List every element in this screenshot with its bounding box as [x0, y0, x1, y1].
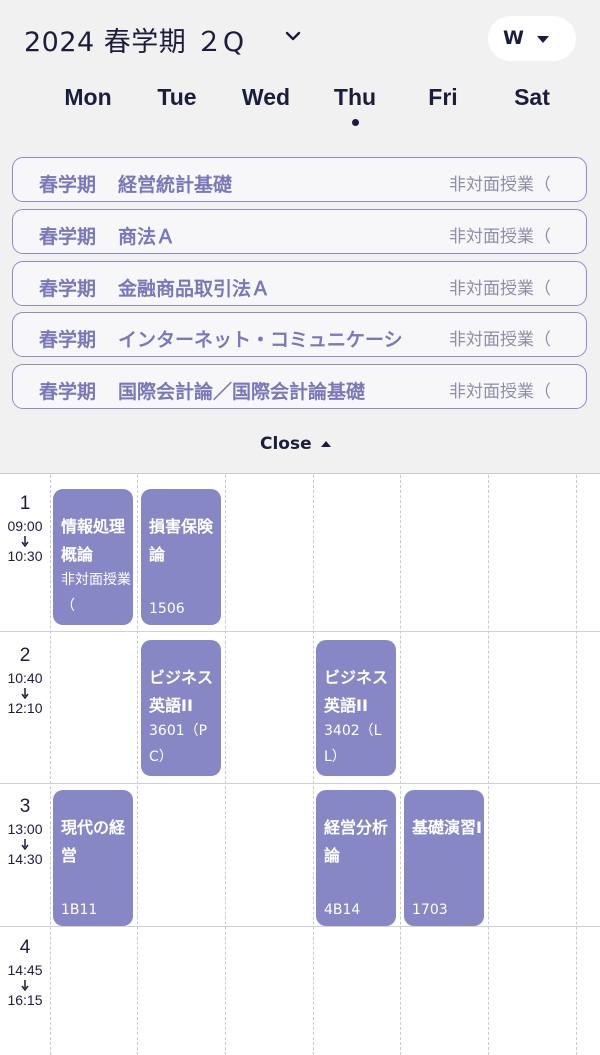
unscheduled-course-card[interactable]: 春学期 経営統計基礎 非対面授業（ — [12, 157, 587, 202]
class-block-mon-1[interactable]: 情報処理概論 非対面授業（ — [53, 489, 133, 625]
period-number: 2 — [19, 645, 31, 666]
class-name: 損害保険論 — [149, 517, 214, 564]
header-panel: 2024 春学期 ２Q W Mon Tue Wed Thu Fri Sat 春学… — [0, 0, 600, 474]
close-button[interactable]: Close — [250, 432, 350, 458]
day-header-fri[interactable]: Fri — [399, 84, 487, 111]
term-selector[interactable]: 2024 春学期 ２Q — [24, 20, 245, 59]
arrow-down-icon — [21, 536, 29, 548]
arrow-down-icon — [21, 980, 29, 992]
class-block-thu-2[interactable]: ビジネス英語II 3402（LL） — [316, 640, 396, 776]
day-header-sat[interactable]: Sat — [488, 84, 576, 111]
course-title: 国際会計論／国際会計論基礎 — [118, 381, 366, 403]
unscheduled-course-card[interactable]: 春学期 インターネット・コミュニケーシ 非対面授業（ — [12, 312, 587, 357]
period-number: 3 — [19, 796, 31, 817]
class-block-mon-3[interactable]: 現代の経営 1B11 — [53, 790, 133, 926]
class-room: 3601（PC） — [149, 723, 208, 765]
day-header-wed[interactable]: Wed — [222, 84, 310, 111]
class-room: 1506 — [149, 601, 185, 617]
period-end-time: 12:10 — [7, 700, 43, 716]
course-mode: 非対面授業（ — [449, 227, 551, 247]
period-start-time: 10:40 — [7, 670, 43, 686]
period-divider — [0, 926, 600, 927]
day-header-tue[interactable]: Tue — [133, 84, 221, 111]
class-name: ビジネス英語II — [324, 668, 389, 715]
period-divider — [0, 631, 600, 632]
period-end-time: 10:30 — [7, 548, 43, 564]
unscheduled-course-card[interactable]: 春学期 商法Ａ 非対面授業（ — [12, 209, 587, 254]
day-header-thu[interactable]: Thu — [311, 84, 399, 111]
caret-up-icon — [321, 441, 331, 447]
chevron-down-icon[interactable] — [283, 26, 303, 46]
class-room: 非対面授業（ — [61, 572, 131, 614]
column-divider — [50, 475, 51, 1055]
course-title: インターネット・コミュニケーシ — [118, 329, 403, 351]
course-term: 春学期 — [39, 329, 97, 351]
course-term: 春学期 — [39, 226, 97, 248]
class-name: 経営分析論 — [324, 818, 389, 865]
course-title: 商法Ａ — [118, 226, 176, 248]
course-term: 春学期 — [39, 278, 97, 300]
view-mode-label: W — [503, 27, 524, 49]
class-name: 現代の経営 — [61, 818, 126, 865]
class-room: 4B14 — [324, 902, 361, 918]
course-mode: 非対面授業（ — [449, 279, 551, 299]
view-mode-button[interactable]: W — [488, 16, 576, 61]
course-mode: 非対面授業（ — [449, 330, 551, 350]
class-room: 1B11 — [61, 902, 98, 918]
course-mode: 非対面授業（ — [449, 175, 551, 195]
close-label: Close — [260, 434, 312, 454]
period-end-time: 16:15 — [7, 992, 43, 1008]
arrow-down-icon — [21, 688, 29, 700]
column-divider — [313, 475, 314, 1055]
class-name: 基礎演習I — [412, 818, 482, 837]
course-title: 金融商品取引法Ａ — [118, 278, 271, 300]
course-mode: 非対面授業（ — [449, 382, 551, 402]
unscheduled-course-card[interactable]: 春学期 金融商品取引法Ａ 非対面授業（ — [12, 261, 587, 306]
class-block-thu-3[interactable]: 経営分析論 4B14 — [316, 790, 396, 926]
timetable-grid: 1 09:00 10:30 2 10:40 12:10 3 13:00 14:3… — [0, 475, 600, 1055]
period-number: 4 — [19, 937, 31, 958]
class-block-tue-1[interactable]: 損害保険論 1506 — [141, 489, 221, 625]
course-title: 経営統計基礎 — [118, 174, 233, 196]
column-divider — [400, 475, 401, 1055]
period-start-time: 14:45 — [7, 962, 43, 978]
period-start-time: 13:00 — [7, 821, 43, 837]
class-block-tue-2[interactable]: ビジネス英語II 3601（PC） — [141, 640, 221, 776]
period-divider — [0, 783, 600, 784]
course-term: 春学期 — [39, 381, 97, 403]
class-room: 1703 — [412, 902, 448, 918]
column-divider — [225, 475, 226, 1055]
class-room: 3402（LL） — [324, 723, 382, 765]
caret-down-icon — [537, 36, 549, 43]
today-indicator-dot — [352, 119, 359, 126]
column-divider — [576, 475, 577, 1055]
column-divider — [137, 475, 138, 1055]
class-name: ビジネス英語II — [149, 668, 214, 715]
day-header-mon[interactable]: Mon — [44, 84, 132, 111]
course-term: 春学期 — [39, 174, 97, 196]
period-start-time: 09:00 — [7, 518, 43, 534]
unscheduled-course-card[interactable]: 春学期 国際会計論／国際会計論基礎 非対面授業（ — [12, 364, 587, 409]
period-end-time: 14:30 — [7, 851, 43, 867]
column-divider — [488, 475, 489, 1055]
class-name: 情報処理概論 — [61, 517, 126, 564]
period-number: 1 — [19, 493, 31, 514]
arrow-down-icon — [21, 839, 29, 851]
class-block-fri-3[interactable]: 基礎演習I 1703 — [404, 790, 484, 926]
